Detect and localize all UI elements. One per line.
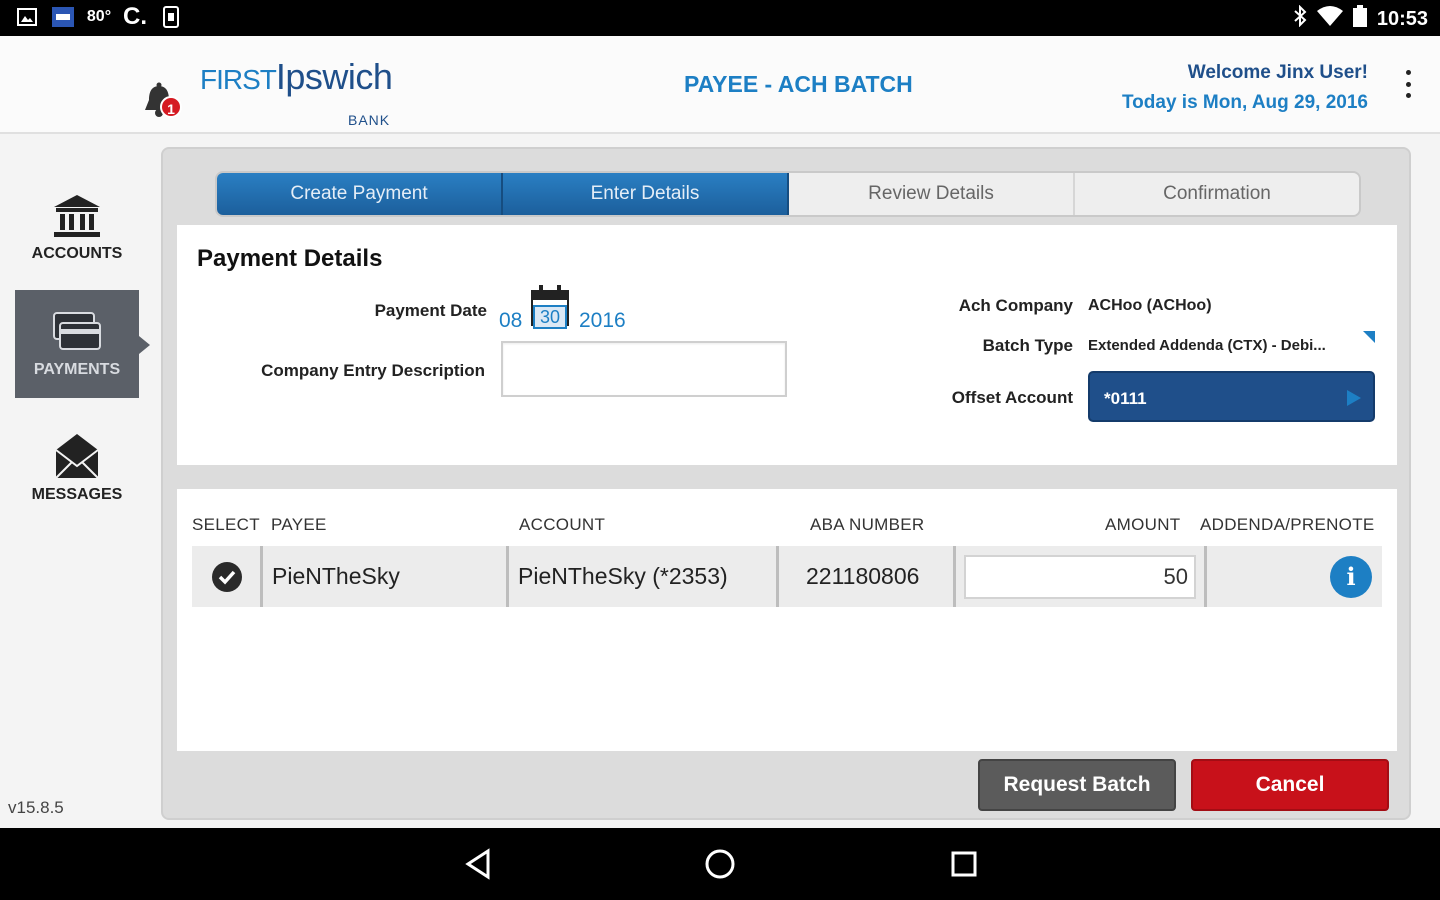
request-batch-button[interactable]: Request Batch [978,759,1176,811]
cancel-button[interactable]: Cancel [1191,759,1389,811]
payee-cell: PieNTheSky [272,563,400,589]
overflow-menu-button[interactable] [1398,70,1418,98]
image-icon [16,6,38,28]
column-divider [1204,546,1207,607]
step-enter-details[interactable]: Enter Details [503,173,789,215]
payment-date-month[interactable]: 08 [499,309,522,333]
logo-bank: BANK [348,112,391,128]
column-divider [260,546,263,607]
c-icon: C. [123,3,147,30]
info-icon[interactable]: i [1330,556,1372,598]
offset-account-value: *0111 [1104,389,1147,408]
system-nav-bar [0,828,1440,900]
column-divider [953,546,956,607]
ach-company-value: ACHoo (ACHoo) [1088,297,1212,314]
back-icon[interactable] [464,848,492,880]
ach-company-label: Ach Company [958,296,1073,315]
account-cell: PieNTheSky (*2353) [518,563,728,589]
column-header-payee: PAYEE [271,515,327,534]
today-date: Today is Mon, Aug 29, 2016 [1121,92,1368,113]
page-title: PAYEE - ACH BATCH [684,71,913,97]
payment-date-label: Payment Date [374,301,487,320]
column-header-select: SELECT [192,515,260,534]
row-select-checkbox[interactable] [212,562,242,592]
payment-date-year[interactable]: 2016 [579,309,626,333]
notifications-button[interactable]: 1 [142,82,186,122]
column-header-amount: AMOUNT [1105,515,1181,534]
cards-icon [53,312,101,350]
column-header-aba: ABA NUMBER [810,515,925,534]
sidebar-item-payments[interactable]: PAYMENTS [15,290,150,398]
column-header-addenda: ADDENDA/PRENOTE [1200,515,1375,534]
batch-type-label: Batch Type [982,336,1073,355]
sidebar-item-messages[interactable]: MESSAGES [15,414,139,522]
offset-account-label: Offset Account [951,388,1073,407]
app-version: v15.8.5 [8,798,64,817]
section-title: Payment Details [197,245,383,272]
column-header-account: ACCOUNT [519,515,606,534]
column-divider [776,546,779,607]
amount-input[interactable]: 50 [964,555,1196,599]
sidebar-item-accounts[interactable]: ACCOUNTS [15,174,139,282]
home-icon[interactable] [704,848,736,880]
sidebar-item-label: PAYMENTS [33,361,121,378]
app-header: 1 FIRSTIpswich BANK PAYEE - ACH BATCH We… [0,36,1440,134]
table-row: PieNTheSky PieNTheSky (*2353) 221180806 … [192,546,1382,607]
logo-first: FIRST [200,64,277,95]
bank-icon [54,195,100,237]
status-bar-right: 10:53 [1293,4,1428,33]
weather-icon: 80° [86,8,112,25]
aba-cell: 221180806 [806,563,920,589]
dot-icon [1405,93,1411,98]
payment-date-day[interactable]: 30 [533,305,567,329]
dot-icon [1405,70,1411,75]
status-bar: 80° C. 10:53 [0,0,1440,36]
bank-notification-icon [52,6,74,28]
batch-type-value[interactable]: Extended Addenda (CTX) - Debi... [1088,337,1326,354]
sidebar-item-label: ACCOUNTS [31,245,123,262]
offset-account-select[interactable]: *0111 [1088,371,1375,422]
envelope-icon [55,434,99,479]
sim-icon [160,6,182,28]
welcome-text: Welcome Jinx User! [1187,62,1368,83]
step-review-details[interactable]: Review Details [789,173,1075,215]
notification-badge: 1 [160,96,182,118]
clock: 10:53 [1376,7,1428,30]
checkmark-icon [218,570,236,585]
bank-logo: FIRSTIpswich BANK [200,56,393,128]
sidebar-item-label: MESSAGES [31,486,123,503]
battery-icon [1352,5,1367,33]
entry-description-input[interactable] [501,341,787,397]
bluetooth-icon [1293,4,1307,33]
wifi-icon [1316,6,1343,32]
step-confirmation[interactable]: Confirmation [1075,173,1359,215]
welcome-block: Welcome Jinx User! Today is Mon, Aug 29,… [1122,58,1368,118]
column-divider [506,546,509,607]
status-bar-left: 80° C. [16,3,182,30]
chevron-right-icon [1347,390,1361,406]
recents-icon[interactable] [950,848,978,880]
payment-details-panel: Payment Details Payment Date 08 30 2016 … [177,225,1397,465]
progress-steps: Create Payment Enter Details Review Deta… [215,171,1361,217]
main-card: Create Payment Enter Details Review Deta… [161,147,1411,820]
step-create-payment[interactable]: Create Payment [217,173,503,215]
sidebar: ACCOUNTS PAYMENTS MESSAGES [0,136,150,828]
logo-ipswich: Ipswich [275,56,393,97]
payees-table-panel: SELECT PAYEE ACCOUNT ABA NUMBER AMOUNT A… [177,489,1397,751]
dropdown-corner-icon [1363,331,1375,343]
dot-icon [1405,81,1411,87]
entry-description-label: Company Entry Description [261,361,485,380]
